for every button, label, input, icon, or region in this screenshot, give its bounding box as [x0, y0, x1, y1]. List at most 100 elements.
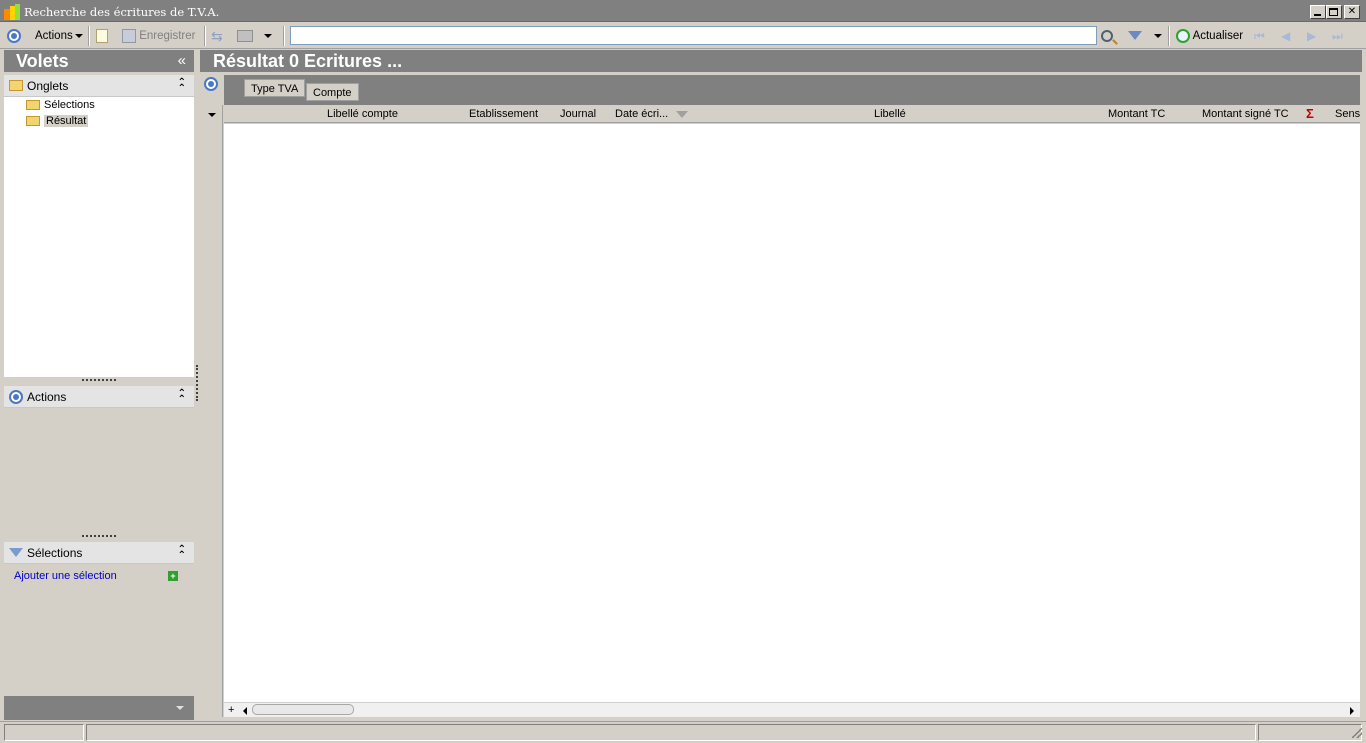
- options-button[interactable]: [7, 28, 21, 44]
- column-journal[interactable]: Journal: [560, 108, 596, 120]
- splitter-grip[interactable]: [82, 535, 116, 538]
- refresh-icon: [1176, 28, 1190, 43]
- refresh-button[interactable]: Actualiser: [1176, 28, 1243, 44]
- resize-grip-icon[interactable]: [1352, 728, 1362, 738]
- tree-item-selections[interactable]: Sélections: [26, 97, 95, 113]
- collapse-pane-icon[interactable]: «: [178, 52, 186, 69]
- search-icon: [1101, 29, 1113, 42]
- expand-icon[interactable]: +: [228, 704, 234, 716]
- result-header: Résultat 0 Ecritures ...: [200, 50, 1362, 72]
- column-etablissement[interactable]: Etablissement: [469, 108, 538, 120]
- filter-options-button[interactable]: [1152, 28, 1162, 44]
- next-record-button[interactable]: ▶: [1307, 28, 1316, 44]
- actions-section-header[interactable]: Actions ⌃ ⌃: [4, 386, 194, 408]
- document-icon: [96, 28, 108, 43]
- print-options-button[interactable]: [262, 28, 272, 44]
- save-button[interactable]: Enregistrer: [122, 28, 195, 44]
- result-title: Résultat 0 Ecritures ...: [213, 51, 403, 71]
- search-input[interactable]: [290, 26, 1097, 45]
- chevron-down-icon: [1154, 33, 1162, 38]
- first-icon: ⏮: [1254, 29, 1265, 43]
- folder-icon: [26, 100, 40, 111]
- save-icon: [122, 28, 136, 43]
- column-date-ecriture[interactable]: Date écri...: [615, 108, 689, 120]
- grid-row-indicator: [201, 105, 223, 717]
- filter-icon: [9, 547, 23, 557]
- previous-record-button[interactable]: ◀: [1281, 28, 1290, 44]
- first-record-button[interactable]: ⏮: [1254, 28, 1265, 44]
- last-icon: ⏭: [1332, 29, 1343, 43]
- previous-icon: ◀: [1281, 29, 1291, 43]
- volets-header: Volets «: [4, 50, 194, 72]
- splitter-grip[interactable]: [82, 379, 116, 382]
- grid-body[interactable]: [224, 124, 1360, 702]
- add-icon[interactable]: +: [168, 571, 178, 581]
- onglets-tree: Sélections Résultat: [4, 97, 194, 377]
- column-montant-signe-tc[interactable]: Montant signé TC: [1202, 108, 1289, 120]
- column-sens[interactable]: Sens: [1335, 108, 1360, 120]
- main-pane: Résultat 0 Ecritures ... Type TVA Compte…: [200, 50, 1362, 720]
- chevron-down-icon[interactable]: [176, 706, 184, 710]
- selections-panel: Ajouter une sélection +: [4, 565, 194, 695]
- toolbar: Actions Enregistrer ⇆ Actualiser ⏮ ◀ ▶ ⏭: [0, 23, 1366, 49]
- pane-splitter[interactable]: [196, 365, 199, 401]
- volets-title: Volets: [16, 51, 69, 71]
- print-button[interactable]: [237, 28, 253, 44]
- column-header-row: Libellé compte Etablissement Journal Dat…: [224, 105, 1360, 123]
- grid-options-icon: [204, 77, 218, 91]
- status-bar: [0, 721, 1366, 743]
- actions-menu-button[interactable]: Actions: [35, 28, 83, 44]
- group-by-panel: Type TVA Compte: [224, 75, 1360, 105]
- chevron-down-icon: [74, 33, 83, 38]
- collapse-section-icon[interactable]: ⌃ ⌃: [178, 545, 186, 561]
- actions-panel: [4, 409, 194, 532]
- status-panel: [86, 724, 1256, 741]
- scroll-left-icon[interactable]: [243, 707, 247, 715]
- sync-button[interactable]: ⇆: [211, 28, 227, 44]
- open-folder-icon: [26, 116, 40, 127]
- column-libelle-compte[interactable]: Libellé compte: [327, 108, 398, 120]
- collapse-section-icon[interactable]: ⌃ ⌃: [178, 78, 186, 94]
- left-pane: Volets « Onglets ⌃ ⌃ Sélections Résultat …: [0, 50, 196, 721]
- grid-options-button[interactable]: [204, 77, 218, 91]
- tree-item-resultat[interactable]: Résultat: [26, 113, 89, 129]
- next-icon: ▶: [1307, 29, 1317, 43]
- sum-icon[interactable]: Σ: [1306, 106, 1314, 121]
- scroll-thumb[interactable]: [252, 704, 354, 715]
- chevron-down-icon[interactable]: [208, 113, 216, 117]
- column-libelle[interactable]: Libellé: [874, 108, 906, 120]
- maximize-button[interactable]: [1326, 5, 1342, 19]
- minimize-button[interactable]: [1310, 5, 1326, 19]
- left-pane-footer: [4, 696, 194, 720]
- status-panel: [4, 724, 84, 741]
- title-bar: Recherche des écritures de T.V.A. ✕: [0, 0, 1366, 22]
- minimize-icon: [1314, 14, 1321, 16]
- sync-icon: ⇆: [211, 27, 223, 44]
- actions-circle-icon: [9, 390, 23, 404]
- window-title: Recherche des écritures de T.V.A.: [24, 5, 220, 19]
- horizontal-scrollbar[interactable]: +: [224, 702, 1360, 717]
- collapse-section-icon[interactable]: ⌃ ⌃: [178, 389, 186, 405]
- last-record-button[interactable]: ⏭: [1332, 28, 1343, 44]
- options-circle-icon: [7, 28, 21, 43]
- new-document-button[interactable]: [96, 28, 108, 44]
- add-selection-link[interactable]: Ajouter une sélection: [14, 570, 117, 582]
- selections-section-header[interactable]: Sélections ⌃ ⌃: [4, 542, 194, 564]
- folder-icon: [9, 79, 23, 91]
- status-panel: [1258, 724, 1362, 741]
- group-tab-type-tva[interactable]: Type TVA: [244, 79, 306, 97]
- group-tab-compte[interactable]: Compte: [306, 83, 359, 101]
- filter-icon: [1128, 31, 1142, 41]
- filter-button[interactable]: [1128, 28, 1142, 44]
- onglets-section-header[interactable]: Onglets ⌃ ⌃: [4, 75, 194, 97]
- maximize-icon: [1329, 8, 1338, 16]
- app-icon: [4, 4, 20, 20]
- sort-icon: [676, 110, 689, 118]
- search-button[interactable]: [1101, 28, 1113, 44]
- close-icon: ✕: [1347, 6, 1357, 17]
- print-icon: [237, 29, 253, 42]
- column-montant-tc[interactable]: Montant TC: [1108, 108, 1165, 120]
- scroll-right-icon[interactable]: [1350, 707, 1354, 715]
- chevron-down-icon: [264, 33, 272, 38]
- close-button[interactable]: ✕: [1344, 5, 1360, 19]
